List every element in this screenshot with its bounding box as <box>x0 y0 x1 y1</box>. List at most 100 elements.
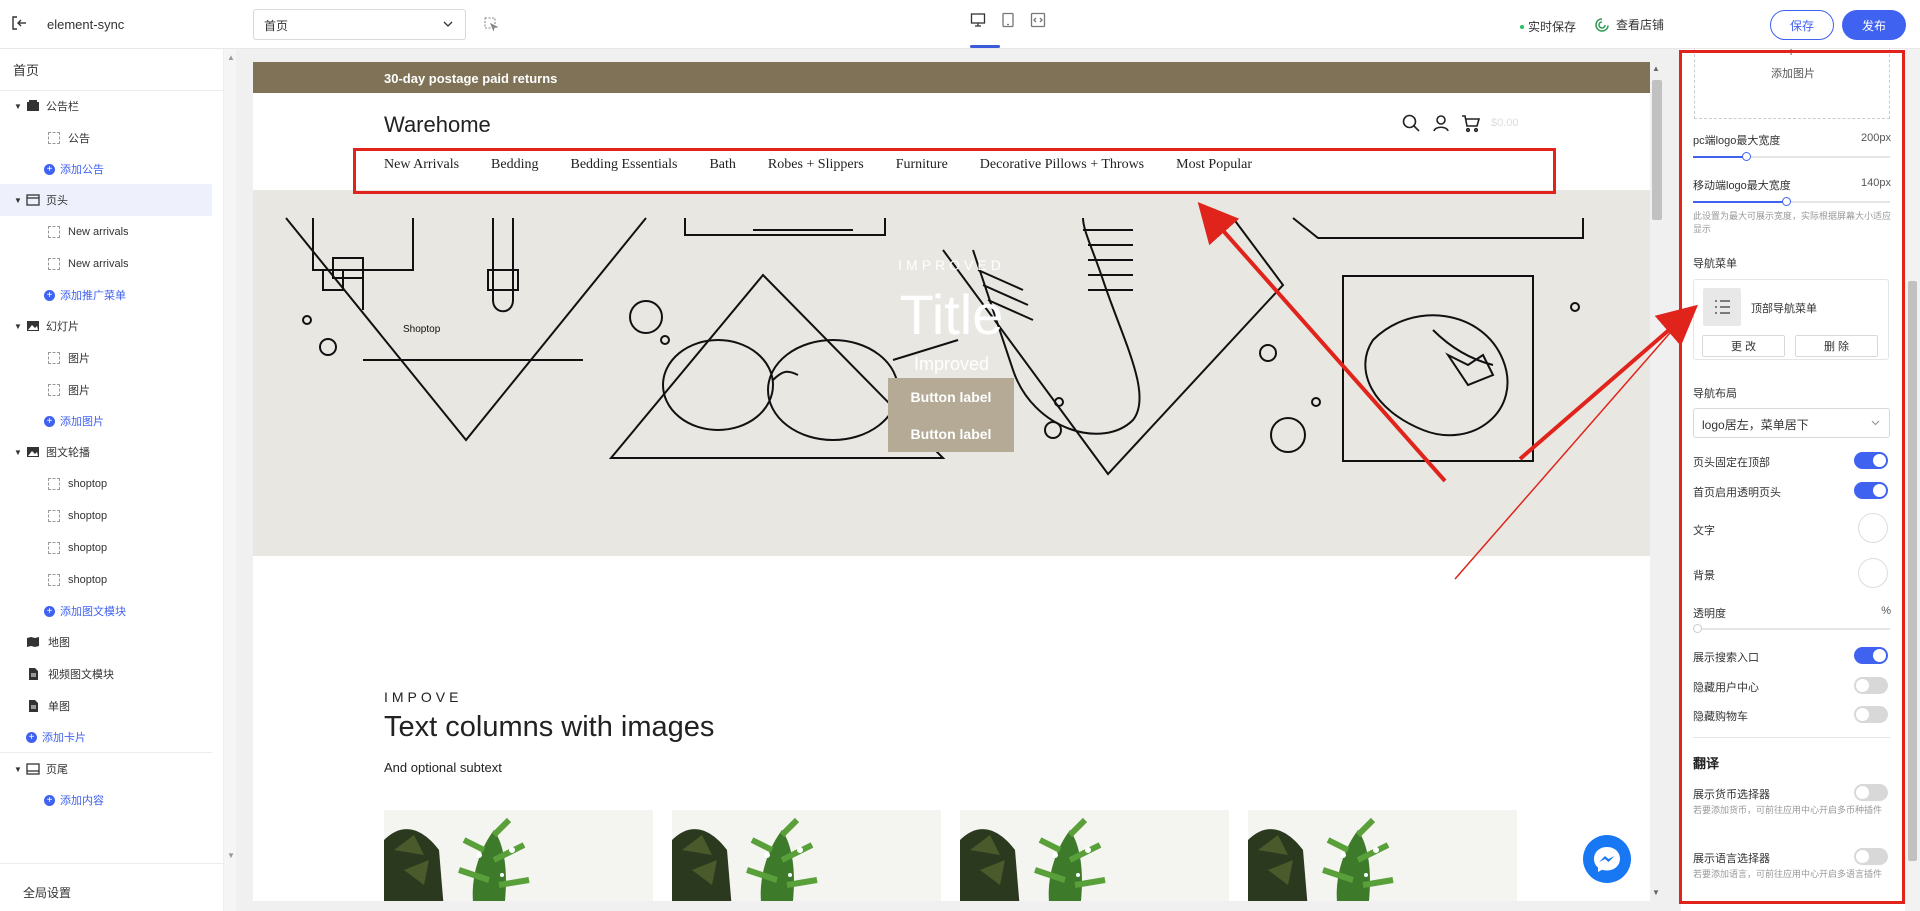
scroll-down-icon[interactable]: ▼ <box>1652 888 1660 897</box>
hero-button-secondary[interactable]: Button label <box>888 415 1014 452</box>
sidebar-subitem[interactable]: 公告 <box>0 122 212 154</box>
add-image-text-button[interactable]: + 添加图文模块 <box>0 596 212 626</box>
desktop-icon[interactable] <box>970 12 986 28</box>
sidebar-item-label: 页头 <box>46 195 68 207</box>
sidebar-item-footer[interactable]: ▼ 页尾 <box>0 753 212 785</box>
active-device-indicator <box>970 45 1000 48</box>
plus-icon: + <box>44 289 55 301</box>
hero-button-primary[interactable]: Button label <box>888 378 1014 415</box>
section-subtitle: And optional subtext <box>384 760 502 775</box>
store-logo[interactable]: Warehome <box>384 112 491 138</box>
block-icon <box>48 258 60 270</box>
annotation-box-nav <box>353 148 1556 194</box>
sidebar-item-video[interactable]: 视频图文模块 <box>0 658 212 690</box>
block-icon <box>48 352 60 364</box>
add-image-button[interactable]: + 添加图片 <box>0 406 212 436</box>
page-select[interactable]: 首页 <box>253 9 466 40</box>
panel-scrollbar[interactable] <box>1905 49 1920 911</box>
sidebar-item-label: 地图 <box>48 637 70 649</box>
page-select-value: 首页 <box>264 19 289 33</box>
document-icon <box>29 668 38 680</box>
sidebar-subitem[interactable]: shoptop <box>0 564 212 596</box>
scrollbar-thumb[interactable] <box>1652 80 1662 220</box>
publish-button[interactable]: 发布 <box>1842 10 1906 40</box>
sidebar-item-label: 视频图文模块 <box>48 669 114 681</box>
sidebar-item-carousel[interactable]: ▼ 图文轮播 <box>0 436 212 468</box>
status-dot-icon <box>1520 24 1524 29</box>
sidebar-item-label: 图文轮播 <box>46 447 90 459</box>
plant-image[interactable] <box>1248 810 1517 901</box>
sidebar-subitem[interactable]: New arrivals <box>0 216 212 248</box>
cart-icon[interactable] <box>1461 113 1481 133</box>
plus-icon: + <box>44 415 55 427</box>
tablet-icon[interactable] <box>1000 12 1016 28</box>
add-label: 添加卡片 <box>42 732 86 744</box>
sidebar-subitem[interactable]: 图片 <box>0 342 212 374</box>
scroll-up-icon[interactable]: ▲ <box>1652 64 1660 73</box>
add-content-button[interactable]: + 添加内容 <box>0 785 212 815</box>
subitem-label: shoptop <box>68 478 108 490</box>
plant-illustration <box>672 817 818 901</box>
subitem-label: 图片 <box>68 385 90 397</box>
sidebar-subitem[interactable]: 图片 <box>0 374 212 406</box>
sidebar-item-header[interactable]: ▼ 页头 <box>0 184 212 216</box>
document-icon <box>29 700 38 712</box>
scrollbar-thumb[interactable] <box>1908 281 1917 861</box>
global-settings-button[interactable]: 全局设置 <box>0 863 224 911</box>
caret-down-icon[interactable]: ▼ <box>14 196 24 205</box>
sidebar-scrollbar[interactable]: ▲ ▼ <box>224 49 236 911</box>
header-icon <box>26 194 40 206</box>
plant-image[interactable] <box>960 810 1229 901</box>
sidebar-subitem[interactable]: shoptop <box>0 500 212 532</box>
sidebar-subitem[interactable]: shoptop <box>0 532 212 564</box>
subitem-label: shoptop <box>68 574 108 586</box>
hero-subtitle: Improved <box>913 354 990 374</box>
section-tree: ▼ 公告栏 公告 + 添加公告 ▼ 页头 New arrivals New ar… <box>0 90 212 815</box>
messenger-chat-button[interactable] <box>1583 835 1631 883</box>
caret-down-icon[interactable]: ▼ <box>14 448 24 457</box>
sidebar-item-label: 单图 <box>48 701 70 713</box>
sidebar-item-slideshow[interactable]: ▼ 幻灯片 <box>0 310 212 342</box>
block-icon <box>48 574 60 586</box>
add-card-button[interactable]: + 添加卡片 <box>0 722 212 752</box>
fullscreen-icon[interactable] <box>1030 12 1046 28</box>
add-label: 添加公告 <box>60 164 104 176</box>
sidebar-item-label: 页尾 <box>46 764 68 776</box>
canvas-scrollbar[interactable]: ▲ ▼ <box>1650 62 1664 901</box>
caret-down-icon[interactable]: ▼ <box>14 765 24 774</box>
header-icons <box>1401 113 1481 133</box>
section-eyebrow: IMPOVE <box>384 689 463 705</box>
plant-image[interactable] <box>384 810 653 901</box>
plant-illustration <box>1248 817 1394 901</box>
messenger-icon <box>1594 847 1620 872</box>
subitem-label: 公告 <box>68 133 90 145</box>
sidebar-item-map[interactable]: 地图 <box>0 626 212 658</box>
text-columns-section: IMPOVE Text columns with images And opti… <box>384 689 714 775</box>
select-element-icon[interactable] <box>484 17 498 31</box>
image-icon <box>27 321 39 331</box>
sidebar-item-announcement[interactable]: ▼ 公告栏 <box>0 90 212 122</box>
scroll-down-icon[interactable]: ▼ <box>227 851 235 860</box>
add-label: 添加图文模块 <box>60 606 126 618</box>
user-icon[interactable] <box>1431 113 1451 133</box>
section-title: Text columns with images <box>384 711 715 743</box>
save-button[interactable]: 保存 <box>1770 10 1834 40</box>
caret-down-icon[interactable]: ▼ <box>14 322 24 331</box>
sidebar-item-single-image[interactable]: 单图 <box>0 690 212 722</box>
sidebar-subitem[interactable]: shoptop <box>0 468 212 500</box>
block-icon <box>48 510 60 522</box>
search-icon[interactable] <box>1401 113 1421 133</box>
section-sidebar: 首页 ▼ 公告栏 公告 + 添加公告 ▼ 页头 New arrivals New… <box>0 49 236 911</box>
scroll-up-icon[interactable]: ▲ <box>227 53 235 62</box>
caret-down-icon[interactable]: ▼ <box>14 102 24 111</box>
sidebar-subitem[interactable]: New arrivals <box>0 248 212 280</box>
add-announcement-button[interactable]: + 添加公告 <box>0 154 212 184</box>
exit-icon[interactable] <box>10 14 28 32</box>
plant-image[interactable] <box>672 810 941 901</box>
announcement-bar[interactable]: 30-day postage paid returns <box>253 62 1650 93</box>
top-toolbar: element-sync 首页 实时保存 查看店铺 保存 发布 <box>0 0 1920 49</box>
hero-slideshow[interactable]: Shoptop IMPROVED Title Improved Button l… <box>253 190 1650 556</box>
add-promo-menu-button[interactable]: + 添加推广菜单 <box>0 280 212 310</box>
plus-icon: + <box>44 794 55 806</box>
view-store-link[interactable]: 查看店铺 <box>1594 16 1664 33</box>
